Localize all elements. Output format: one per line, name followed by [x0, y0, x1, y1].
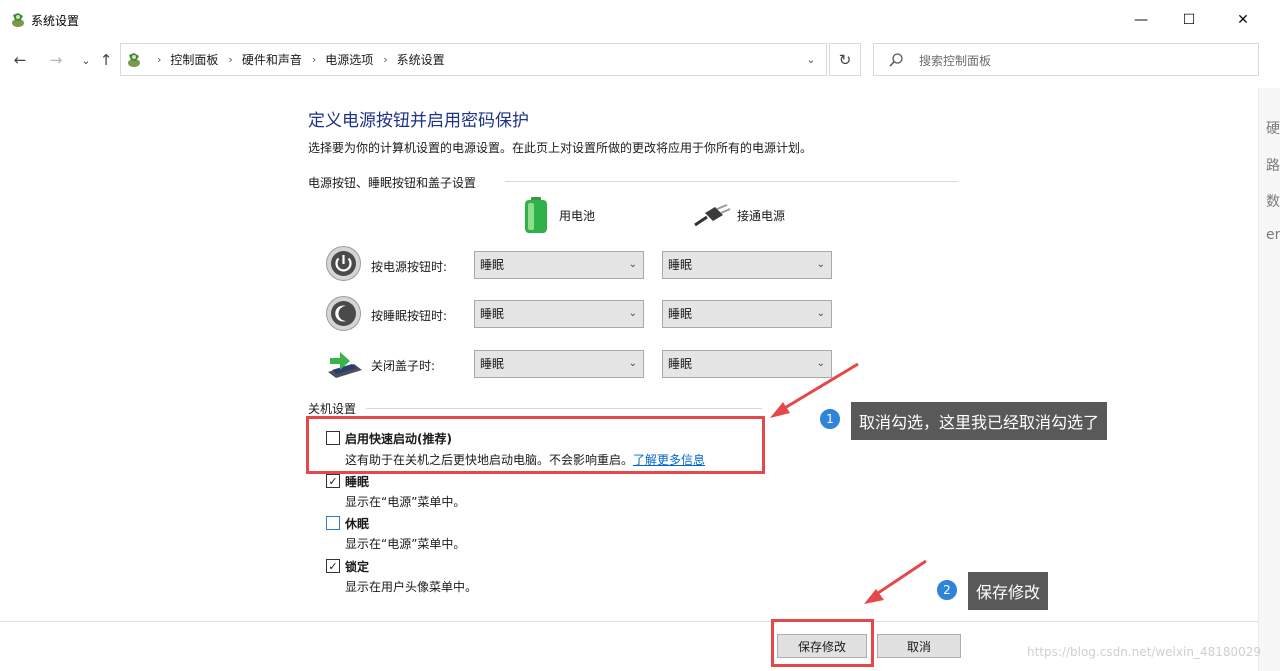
minimize-button[interactable]: —	[1114, 0, 1168, 40]
back-button[interactable]: ←	[8, 48, 32, 72]
chevron-down-icon: ⌄	[816, 259, 825, 270]
search-input[interactable]: 搜索控制面板	[873, 43, 1259, 76]
sleep-option-description: 显示在“电源”菜单中。	[345, 495, 466, 509]
chevron-right-icon: ›	[157, 53, 162, 66]
power-button-battery-select[interactable]: 睡眠 ⌄	[474, 251, 644, 279]
sleep-button-label: 按睡眠按钮时:	[371, 309, 448, 323]
hibernate-checkbox[interactable]	[326, 516, 340, 530]
laptop-lid-icon	[328, 352, 362, 378]
breadcrumb-item[interactable]: 电源选项	[325, 51, 373, 68]
fast-startup-highlight	[306, 416, 765, 474]
lock-option-description: 显示在用户头像菜单中。	[345, 580, 478, 594]
chevron-right-icon: ›	[228, 53, 233, 66]
side-pane-text: 硬	[1266, 121, 1280, 137]
power-plug-icon	[694, 204, 731, 227]
breadcrumb-item[interactable]: 硬件和声音	[242, 51, 302, 68]
breadcrumb-item[interactable]: 控制面板	[170, 51, 218, 68]
window-title: 系统设置	[31, 14, 80, 28]
power-button-label: 按电源按钮时:	[371, 260, 448, 274]
breadcrumb: › 控制面板 › 硬件和声音 › 电源选项 › 系统设置	[125, 44, 445, 75]
chevron-right-icon: ›	[311, 53, 317, 66]
search-icon	[889, 53, 903, 67]
section-divider	[505, 181, 958, 182]
battery-column-heading: 用电池	[559, 209, 596, 223]
power-button-plugged-select[interactable]: 睡眠 ⌄	[662, 251, 832, 279]
side-pane-text: 数	[1266, 194, 1280, 210]
chevron-down-icon: ⌄	[806, 52, 816, 66]
power-section-heading: 电源按钮、睡眠按钮和盖子设置	[308, 174, 483, 191]
footer-divider	[0, 621, 1258, 622]
control-panel-icon	[12, 13, 24, 27]
chevron-down-icon: ⌄	[628, 358, 637, 369]
arrow-up-icon: ↑	[99, 51, 113, 69]
cancel-button[interactable]: 取消	[877, 634, 961, 658]
lid-close-plugged-select[interactable]: 睡眠 ⌄	[662, 350, 832, 378]
watermark: https://blog.csdn.net/weixin_48180029	[1027, 645, 1262, 659]
lid-close-battery-select[interactable]: 睡眠 ⌄	[474, 350, 644, 378]
maximize-icon: ☐	[1182, 12, 1196, 28]
lid-close-label: 关闭盖子时:	[371, 359, 436, 373]
select-value: 睡眠	[480, 258, 505, 272]
lock-checkbox[interactable]: ✓	[326, 559, 340, 573]
save-button-highlight	[771, 619, 874, 667]
up-button[interactable]: ↑	[94, 48, 118, 72]
select-value: 睡眠	[480, 357, 505, 371]
chevron-down-icon: ⌄	[81, 53, 91, 67]
battery-icon	[525, 197, 547, 233]
checkmark-icon: ✓	[328, 474, 338, 488]
close-button[interactable]: ✕	[1216, 0, 1270, 40]
callout-save: 保存修改	[968, 572, 1049, 610]
chevron-down-icon: ⌄	[816, 358, 825, 369]
chevron-down-icon: ⌄	[628, 308, 637, 319]
chevron-down-icon: ⌄	[628, 259, 637, 270]
chevron-down-icon: ⌄	[816, 308, 825, 319]
select-value: 睡眠	[668, 307, 693, 321]
forward-button[interactable]: →	[44, 48, 68, 72]
select-value: 睡眠	[668, 357, 693, 371]
title-bar: 系统设置 — ☐ ✕	[0, 0, 1280, 40]
close-icon: ✕	[1237, 12, 1249, 28]
breadcrumb-item[interactable]: 系统设置	[397, 51, 445, 68]
arrow-left-icon: ←	[13, 51, 27, 69]
section-divider	[366, 408, 762, 409]
power-button-icon	[326, 246, 361, 281]
page-description: 选择要为你的计算机设置的电源设置。在此页上对设置所做的更改将应用于你所有的电源计…	[308, 141, 813, 155]
address-bar[interactable]: › 控制面板 › 硬件和声音 › 电源选项 › 系统设置 ⌄	[120, 43, 827, 76]
address-dropdown-button[interactable]: ⌄	[804, 52, 818, 66]
control-panel-icon	[128, 52, 140, 67]
side-pane-text: 路	[1266, 158, 1280, 174]
step-badge-2: 2	[935, 578, 959, 602]
hibernate-option-title: 休眠	[345, 517, 370, 531]
hibernate-option-description: 显示在“电源”菜单中。	[345, 537, 466, 551]
annotation-arrows	[770, 362, 927, 604]
maximize-button[interactable]: ☐	[1162, 0, 1216, 40]
right-side-pane	[1258, 88, 1280, 671]
callout-uncheck: 取消勾选，这里我已经取消勾选了	[851, 402, 1108, 440]
plugged-column-heading: 接通电源	[737, 209, 786, 223]
refresh-button[interactable]: ↻	[829, 43, 861, 76]
chevron-right-icon: ›	[383, 53, 388, 66]
sleep-button-battery-select[interactable]: 睡眠 ⌄	[474, 300, 644, 328]
page-title: 定义电源按钮并启用密码保护	[308, 111, 529, 131]
sleep-checkbox[interactable]: ✓	[326, 474, 340, 488]
step-badge-1: 1	[818, 407, 842, 431]
select-value: 睡眠	[480, 307, 505, 321]
select-value: 睡眠	[668, 258, 693, 272]
arrow-to-save-button	[864, 559, 927, 604]
search-placeholder: 搜索控制面板	[919, 54, 992, 68]
sleep-button-icon	[326, 296, 361, 331]
sleep-option-title: 睡眠	[345, 475, 370, 489]
sleep-button-plugged-select[interactable]: 睡眠 ⌄	[662, 300, 832, 328]
minimize-icon: —	[1134, 12, 1148, 28]
side-pane-text: er	[1266, 227, 1280, 243]
checkmark-icon: ✓	[328, 559, 338, 573]
refresh-icon: ↻	[838, 50, 852, 69]
shutdown-section-heading: 关机设置	[308, 400, 361, 417]
lock-option-title: 锁定	[345, 560, 370, 574]
arrow-right-icon: →	[49, 51, 63, 69]
